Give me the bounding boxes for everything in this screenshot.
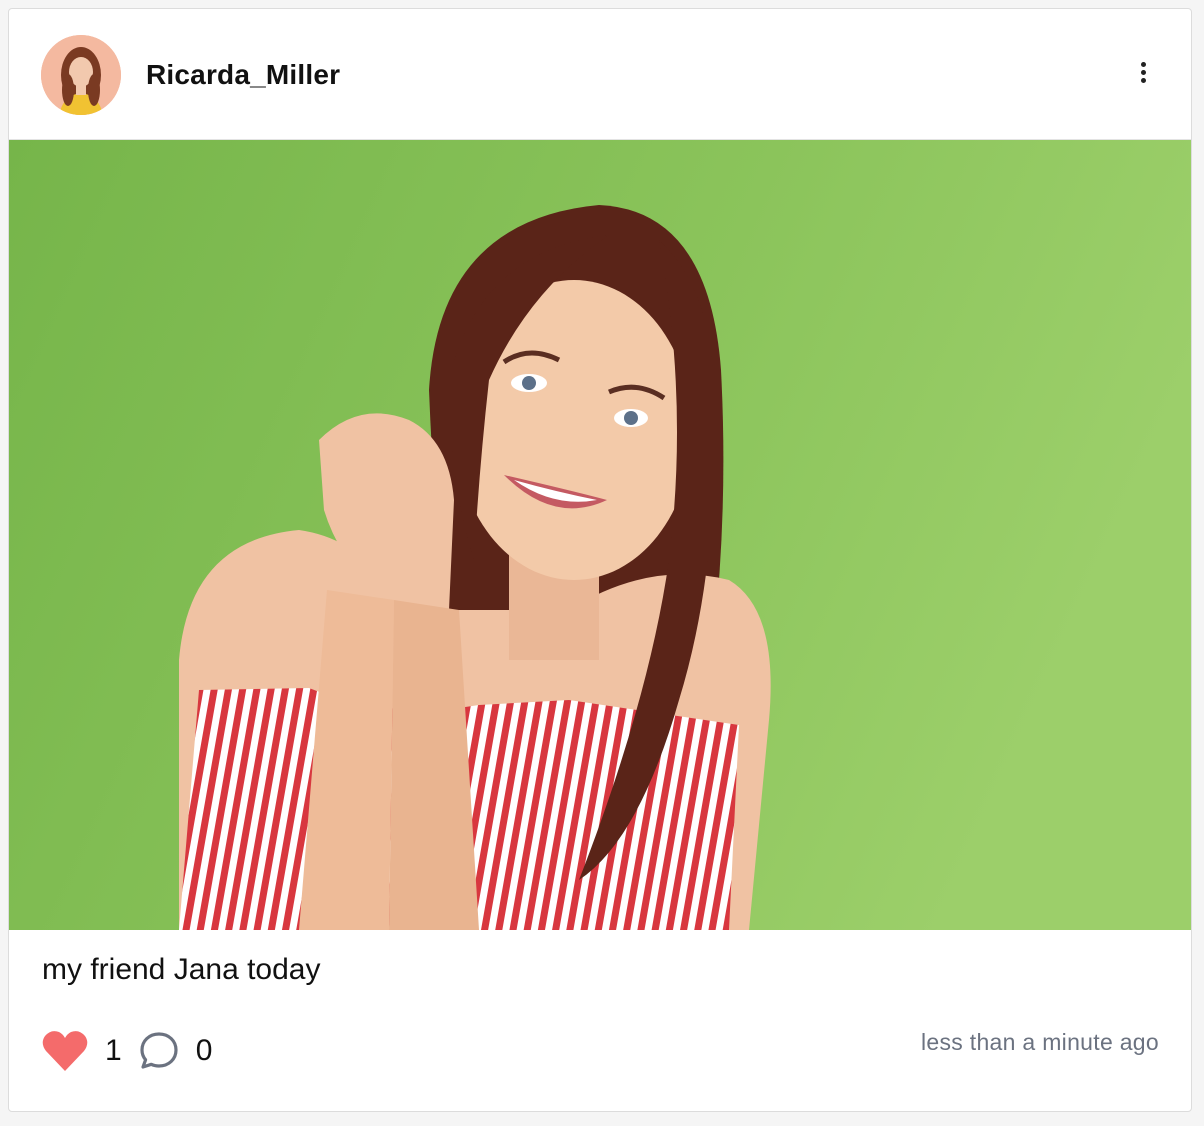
post-caption: my friend Jana today xyxy=(42,953,321,986)
more-vertical-icon xyxy=(1140,62,1146,67)
post-actions: 1 0 xyxy=(41,1027,212,1075)
post-image xyxy=(9,140,1191,930)
post-header: Ricarda_Miller xyxy=(9,9,1191,140)
post-card: Ricarda_Miller my friend Jana today 1 0 … xyxy=(8,8,1192,1112)
more-options-button[interactable] xyxy=(1131,59,1155,93)
comment-button[interactable] xyxy=(138,1030,180,1072)
like-button[interactable] xyxy=(41,1029,89,1073)
avatar-image xyxy=(41,35,121,115)
heart-icon xyxy=(42,1031,88,1071)
comment-count: 0 xyxy=(195,1034,213,1067)
like-count: 1 xyxy=(105,1034,122,1067)
speech-bubble-icon xyxy=(140,1032,178,1069)
post-timestamp: less than a minute ago xyxy=(920,1029,1159,1055)
username[interactable]: Ricarda_Miller xyxy=(146,59,340,91)
post-photo[interactable] xyxy=(9,140,1191,930)
avatar[interactable] xyxy=(41,35,121,115)
